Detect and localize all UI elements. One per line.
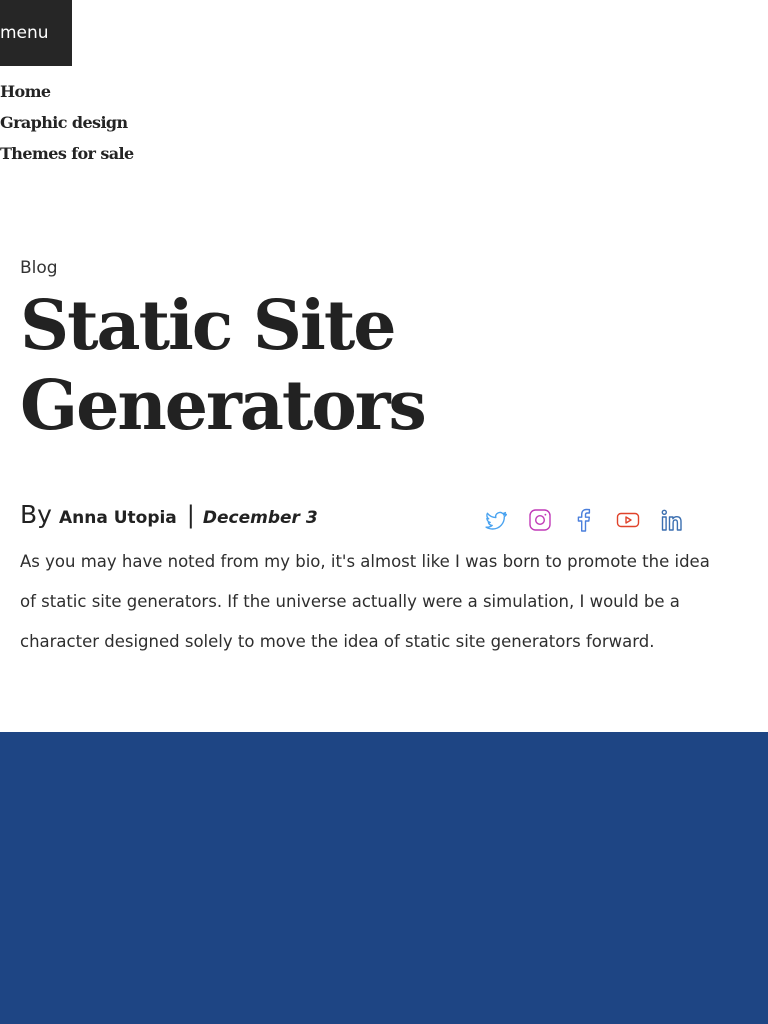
post-date: December 3 [202, 508, 318, 528]
facebook-icon[interactable] [572, 506, 596, 534]
post-byline: By Anna Utopia | December 3 [20, 500, 318, 540]
byline-prefix: By [20, 500, 52, 529]
author-link[interactable]: Anna Utopia [59, 508, 177, 528]
main-nav: Home Graphic design Themes for sale [0, 76, 134, 169]
social-links [484, 506, 684, 534]
nav-item-themes-for-sale[interactable]: Themes for sale [0, 138, 134, 169]
nav-item-home[interactable]: Home [0, 76, 134, 107]
post-body: As you may have noted from my bio, it's … [20, 552, 710, 651]
instagram-icon[interactable] [528, 506, 552, 534]
youtube-icon[interactable] [616, 506, 640, 534]
linkedin-icon[interactable] [660, 506, 684, 534]
byline-separator: | [186, 501, 195, 529]
footer-banner [0, 732, 768, 1024]
nav-item-graphic-design[interactable]: Graphic design [0, 107, 134, 138]
post-category: Blog [20, 258, 58, 278]
twitter-icon[interactable] [484, 506, 508, 534]
menu-button[interactable]: menu [0, 0, 72, 66]
post-title: Static Site Generators [20, 286, 427, 446]
